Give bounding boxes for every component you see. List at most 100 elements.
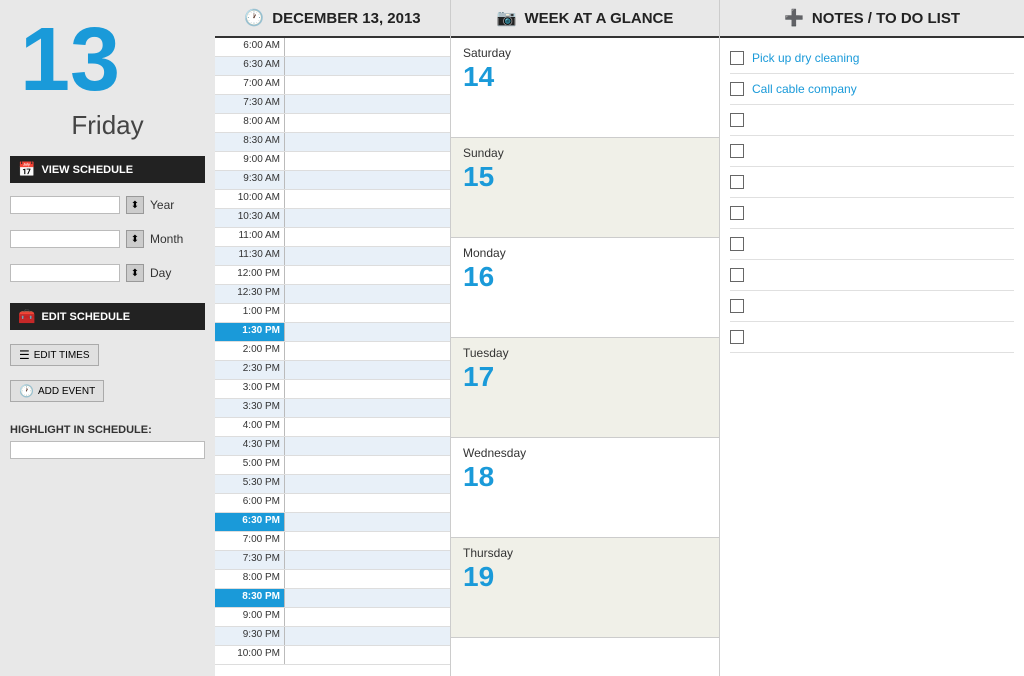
note-text: Pick up dry cleaning [752,51,859,65]
time-cell[interactable] [285,475,450,493]
time-cell[interactable] [285,399,450,417]
schedule-body[interactable]: 6:00 AM6:30 AM7:00 AM7:30 AM8:00 AM8:30 … [215,38,450,676]
time-cell[interactable] [285,190,450,208]
week-body: Saturday14Sunday15Monday16Tuesday17Wedne… [451,38,719,676]
time-label: 9:00 PM [215,608,285,626]
time-row: 9:30 PM [215,627,450,646]
time-cell[interactable] [285,266,450,284]
note-checkbox[interactable] [730,299,744,313]
note-text: Call cable company [752,82,857,96]
time-cell[interactable] [285,608,450,626]
time-label: 7:00 PM [215,532,285,550]
month-input[interactable]: December [10,230,120,248]
week-day-name: Sunday [463,146,707,160]
time-row: 9:00 PM [215,608,450,627]
year-label: Year [150,198,174,212]
note-text [752,299,755,313]
time-row: 11:00 AM [215,228,450,247]
week-header: 📷 WEEK AT A GLANCE [451,0,719,38]
highlight-label: HIGHLIGHT IN SCHEDULE: [10,424,152,436]
time-row: 12:30 PM [215,285,450,304]
day-row: 13 ⬍ Day [10,264,205,282]
week-panel: 📷 WEEK AT A GLANCE Saturday14Sunday15Mon… [450,0,720,676]
time-label: 11:00 AM [215,228,285,246]
time-cell[interactable] [285,114,450,132]
time-cell[interactable] [285,570,450,588]
day-input[interactable]: 13 [10,264,120,282]
note-checkbox[interactable] [730,82,744,96]
day-spinner[interactable]: ⬍ [126,264,144,282]
time-row: 12:00 PM [215,266,450,285]
time-cell[interactable] [285,285,450,303]
time-label: 8:30 AM [215,133,285,151]
time-cell[interactable] [285,646,450,664]
time-cell[interactable] [285,513,450,531]
time-cell[interactable] [285,456,450,474]
time-cell[interactable] [285,304,450,322]
time-row: 2:30 PM [215,361,450,380]
time-label: 10:30 AM [215,209,285,227]
note-checkbox[interactable] [730,206,744,220]
note-checkbox[interactable] [730,330,744,344]
left-panel: 13 Friday 📅 VIEW SCHEDULE 2013 ⬍ Year De… [0,0,215,676]
week-day-name: Saturday [463,46,707,60]
note-checkbox[interactable] [730,144,744,158]
time-cell[interactable] [285,57,450,75]
time-row: 7:00 PM [215,532,450,551]
day-number: 13 [10,15,205,105]
note-row [730,291,1014,322]
month-spinner[interactable]: ⬍ [126,230,144,248]
note-checkbox[interactable] [730,268,744,282]
time-label: 9:00 AM [215,152,285,170]
time-cell[interactable] [285,532,450,550]
time-cell[interactable] [285,627,450,645]
edit-times-button[interactable]: ☰ EDIT TIMES [10,344,99,366]
time-label: 2:30 PM [215,361,285,379]
time-label: 1:30 PM [215,323,285,341]
time-cell[interactable] [285,342,450,360]
time-label: 4:30 PM [215,437,285,455]
year-input[interactable]: 2013 [10,196,120,214]
time-cell[interactable] [285,361,450,379]
time-cell[interactable] [285,551,450,569]
view-schedule-header: 📅 VIEW SCHEDULE [10,156,205,183]
time-cell[interactable] [285,228,450,246]
time-cell[interactable] [285,209,450,227]
time-cell[interactable] [285,171,450,189]
time-cell[interactable] [285,247,450,265]
day-name: Friday [10,110,205,141]
note-checkbox[interactable] [730,237,744,251]
note-checkbox[interactable] [730,51,744,65]
time-row: 8:00 PM [215,570,450,589]
list-icon: ☰ [19,348,30,362]
note-row [730,136,1014,167]
year-spinner[interactable]: ⬍ [126,196,144,214]
notes-panel: ➕ NOTES / TO DO LIST Pick up dry cleanin… [720,0,1024,676]
time-label: 8:00 PM [215,570,285,588]
note-checkbox[interactable] [730,113,744,127]
time-cell[interactable] [285,418,450,436]
note-checkbox[interactable] [730,175,744,189]
time-row: 9:00 AM [215,152,450,171]
time-cell[interactable] [285,323,450,341]
time-cell[interactable] [285,76,450,94]
note-text [752,330,755,344]
time-row: 10:00 AM [215,190,450,209]
time-row: 6:30 AM [215,57,450,76]
time-cell[interactable] [285,95,450,113]
clock-icon: 🕐 [244,8,264,28]
time-row: 6:00 AM [215,38,450,57]
time-cell[interactable] [285,437,450,455]
time-cell[interactable] [285,589,450,607]
week-day-name: Thursday [463,546,707,560]
highlight-input[interactable]: Break [10,441,205,459]
time-cell[interactable] [285,133,450,151]
time-cell[interactable] [285,38,450,56]
notes-body: Pick up dry cleaning Call cable company [720,38,1024,676]
time-cell[interactable] [285,152,450,170]
time-label: 6:00 PM [215,494,285,512]
time-cell[interactable] [285,494,450,512]
time-cell[interactable] [285,380,450,398]
schedule-panel: 🕐 DECEMBER 13, 2013 6:00 AM6:30 AM7:00 A… [215,0,450,676]
add-event-button[interactable]: 🕐 ADD EVENT [10,380,104,402]
